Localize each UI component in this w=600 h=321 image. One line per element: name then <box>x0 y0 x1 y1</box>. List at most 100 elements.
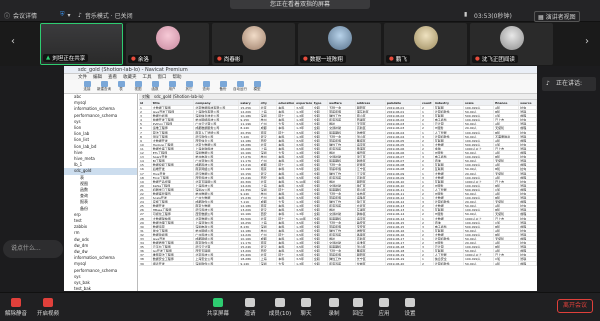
table-cell: 年底双薪 <box>328 118 356 122</box>
column-header[interactable]: company <box>194 100 240 105</box>
column-header[interactable]: education <box>277 100 296 105</box>
participant-tile[interactable]: ● 数据一班陈翔 <box>298 23 381 65</box>
toolbar-button[interactable]: 模型 <box>250 81 264 92</box>
toolbar-button[interactable]: 表 <box>114 81 128 92</box>
strip-next-icon[interactable]: › <box>582 36 592 50</box>
table-cell: 1-3年 <box>295 171 313 175</box>
column-header[interactable]: pubdate <box>386 100 422 105</box>
toolbar-button[interactable]: 视图 <box>131 81 145 92</box>
apps-button[interactable]: 应用 <box>372 298 396 317</box>
toolbar-button[interactable]: 用户 <box>165 81 179 92</box>
toolbar-button[interactable]: 备份 <box>216 81 230 92</box>
column-header[interactable]: address <box>356 100 386 105</box>
table-cell: 50-99人 <box>464 110 495 114</box>
music-mode[interactable]: ♪ 音乐模式 · 已关闭 <box>78 11 133 20</box>
settings-icon <box>405 298 415 307</box>
music-icon: ♪ <box>78 12 82 19</box>
column-header[interactable]: scale <box>464 100 495 105</box>
reaction-button[interactable]: 回应 <box>346 298 370 317</box>
table-cell: 东湖区 <box>356 208 386 212</box>
camera-off-button[interactable]: 开启视频 <box>36 298 60 317</box>
column-header[interactable]: type <box>313 100 329 105</box>
table-cell: 全职 <box>313 220 329 224</box>
table-cell: 12-18K <box>239 228 260 232</box>
table-cell: 带薪年假 <box>328 138 356 142</box>
table-cell: 7-12K <box>239 134 260 138</box>
grid-tab[interactable]: sdc_gold (Shotion-lab-lo) <box>154 94 204 99</box>
column-header[interactable]: experience <box>295 100 313 105</box>
toolbar-label: 函数 <box>151 87 159 91</box>
participant-tile[interactable]: ▲ 刘坦正在共享 <box>40 23 123 65</box>
column-header[interactable]: finance <box>494 100 520 105</box>
table-cell: 计算机软件 <box>434 110 464 114</box>
menu-item[interactable]: 查看 <box>108 74 117 80</box>
toolbar-button[interactable]: 新建查询 <box>97 81 111 92</box>
tree-item[interactable]: test_bak <box>64 286 137 291</box>
toolbar-button[interactable]: 连接 <box>80 81 94 92</box>
table-cell: 西安 <box>260 175 278 179</box>
table-cell: 北京数据公司 <box>194 216 240 220</box>
table-cell: 全职 <box>313 191 329 196</box>
column-header[interactable]: id <box>139 100 152 105</box>
grid-tab[interactable]: 对象 <box>142 94 150 99</box>
toolbar-button[interactable]: 其它 <box>182 81 196 92</box>
toolbar-button[interactable]: 函数 <box>148 81 162 92</box>
menu-item[interactable]: 帮助 <box>173 74 182 80</box>
column-header[interactable]: city <box>260 100 278 105</box>
column-header[interactable]: count <box>421 100 434 105</box>
table-cell: A轮 <box>494 228 520 232</box>
members-button[interactable]: 成员(10) <box>268 298 292 317</box>
table-cell: 广州云计算公司 <box>194 122 240 126</box>
table-cell: 11-17K <box>239 159 260 163</box>
table-cell: 前程 <box>519 249 537 253</box>
table-cell: 拉勾 <box>519 130 537 134</box>
participant-tile[interactable]: ● 沈飞正团闻读 <box>470 23 553 65</box>
table-cell: 20-99人 <box>464 241 495 245</box>
menu-item[interactable]: 工具 <box>143 74 152 80</box>
table-cell: 洪山区 <box>356 245 386 249</box>
table-cell: 智联 <box>519 122 537 126</box>
menu-item[interactable]: 文件 <box>78 74 87 80</box>
column-header[interactable]: industry <box>434 100 464 105</box>
record-button[interactable]: 录制 <box>322 298 346 317</box>
chat-input[interactable]: 说点什么... <box>3 240 63 258</box>
view-switch[interactable]: ▦ 演讲者视图 <box>534 11 580 22</box>
table-cell: 上海安全公司 <box>194 257 240 261</box>
table-cell: 2019-06-06 <box>386 146 422 151</box>
table-cell: 广州 <box>260 122 278 126</box>
chat-button[interactable]: 聊天 <box>294 298 318 317</box>
table-cell: 全职 <box>313 212 329 216</box>
table-cell: 洪山区 <box>356 134 386 138</box>
leave-meeting-button[interactable]: 离开会议 <box>557 299 593 313</box>
table-cell: 2019-06-11 <box>386 191 422 196</box>
table-cell: 餐补 <box>328 151 356 155</box>
table-row[interactable]: 39 报表开发 深圳软件公司 9-14K 深圳 大专 1-3年 全职 年底双薪 龙岗区 2019-0… <box>139 261 537 266</box>
menu-item[interactable]: 编辑 <box>93 74 102 80</box>
menu-item[interactable]: 窗口 <box>158 74 167 80</box>
share-screen-button[interactable]: 共享屏幕 <box>206 298 230 317</box>
invite-button[interactable]: 邀请 <box>238 298 262 317</box>
security-icon[interactable]: ⛨ ▾ <box>60 11 71 19</box>
table-cell: 1-3年 <box>295 204 313 208</box>
table-cell: 武汉科技公司 <box>194 208 240 212</box>
mic-muted-button[interactable]: 解除静音 <box>4 298 28 317</box>
participant-tile[interactable]: ● 尚春彬 <box>212 23 295 65</box>
participant-tile[interactable]: ● 鹏飞 <box>384 23 467 65</box>
strip-prev-icon[interactable]: ‹ <box>8 36 18 50</box>
toolbar-button[interactable]: 查询 <box>199 81 213 92</box>
column-header[interactable]: salary <box>239 100 260 105</box>
table-cell: 数据质量工程师 <box>152 241 195 245</box>
settings-button[interactable]: 设置 <box>398 298 422 317</box>
table-cell: 9 <box>139 138 152 142</box>
table-cell: 1-3年 <box>295 134 313 138</box>
participant-tile[interactable]: ● 余洛 <box>126 23 209 65</box>
column-header[interactable]: title <box>152 100 195 105</box>
column-header[interactable]: welfare <box>328 100 356 105</box>
meeting-info-button[interactable]: ⓘ 会议详情 <box>4 11 37 20</box>
menu-item[interactable]: 收藏夹 <box>123 74 137 80</box>
column-header[interactable]: source <box>519 100 537 105</box>
toolbar-button[interactable]: 自动运行 <box>233 81 247 92</box>
table-cell: 南京 <box>260 130 278 134</box>
table-cell: 2 <box>421 212 434 216</box>
table-cell: 100-499人 <box>464 208 495 212</box>
